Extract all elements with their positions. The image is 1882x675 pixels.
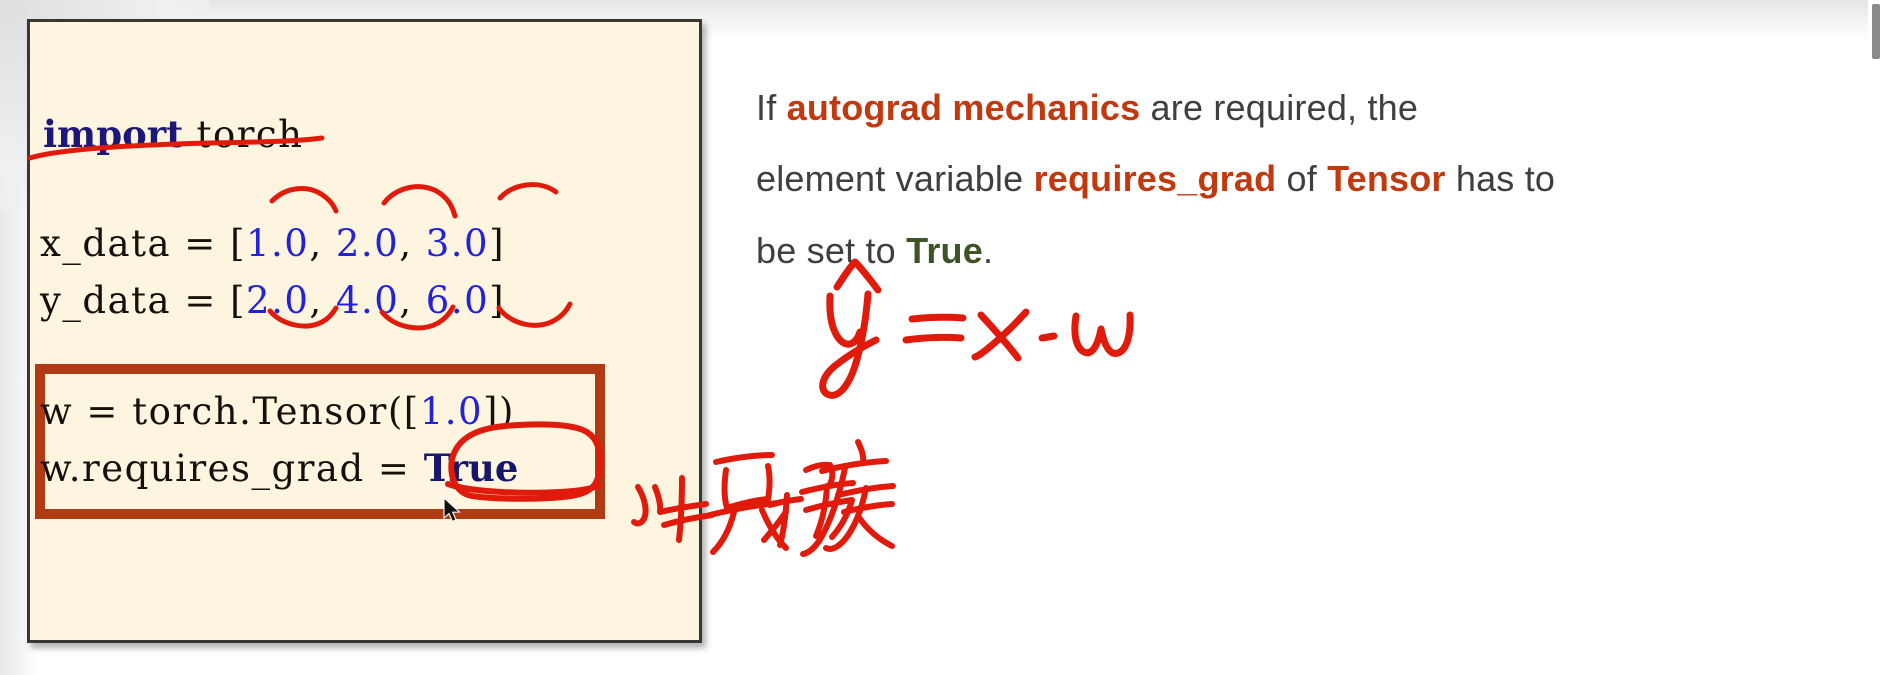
ink-note-ti-right-top bbox=[803, 461, 836, 487]
ink-formula-dot bbox=[1038, 332, 1058, 342]
code-keyword-import: import bbox=[43, 112, 184, 156]
prose-highlight-requires-grad: requires_grad bbox=[1033, 158, 1277, 200]
mouse-cursor bbox=[443, 497, 461, 523]
ink-note-suan-top bbox=[713, 452, 775, 465]
explanatory-paragraph: If autograd mechanics are required, the … bbox=[756, 72, 1556, 286]
code-w-prefix: w = torch.Tensor([ bbox=[40, 390, 420, 433]
ink-note-du-top bbox=[819, 458, 889, 474]
ink-note-ti-tree-h bbox=[767, 496, 804, 508]
code-line-requires-grad: w.requires_grad = True bbox=[40, 447, 518, 490]
code-line-import: import torch bbox=[43, 113, 304, 156]
code-w-suffix: ]) bbox=[483, 390, 515, 433]
code-x-data-suffix: ] bbox=[489, 222, 506, 265]
prose-part-5: . bbox=[982, 229, 994, 271]
prose-highlight-true: True bbox=[906, 229, 983, 271]
ink-note-suan-box bbox=[721, 463, 773, 511]
code-module-torch: torch bbox=[183, 113, 304, 156]
ink-formula-equals-top bbox=[908, 313, 967, 323]
vertical-scrollbar-track[interactable] bbox=[1868, 0, 1882, 675]
code-y-data-value-2: 4.0 bbox=[335, 279, 400, 322]
ink-note-du-sweep bbox=[823, 485, 869, 552]
code-y-data-sep-2: , bbox=[399, 279, 426, 322]
prose-highlight-tensor: Tensor bbox=[1327, 158, 1446, 200]
code-x-data-value-1: 1.0 bbox=[246, 222, 310, 265]
code-x-data-sep-2: , bbox=[399, 222, 426, 265]
slide-canvas: import torch x_data = [1.0, 2.0, 3.0] y_… bbox=[0, 0, 1882, 675]
code-x-data-sep-1: , bbox=[309, 222, 336, 265]
ink-note-du-inner2 bbox=[841, 501, 895, 515]
code-x-data-value-2: 2.0 bbox=[335, 222, 400, 265]
code-requires-grad-value: True bbox=[423, 446, 519, 490]
prose-part-1: If bbox=[756, 87, 787, 128]
code-y-data-prefix: y_data = [ bbox=[40, 279, 247, 322]
ink-note-du-tail bbox=[855, 513, 895, 549]
code-line-w-tensor: w = torch.Tensor([1.0]) bbox=[40, 393, 515, 430]
prose-highlight-autograd-mechanics: autograd mechanics bbox=[786, 87, 1141, 128]
ink-note-ti-tree-leg bbox=[761, 509, 789, 543]
code-line-x-data: x_data = [1.0, 2.0, 3.0] bbox=[40, 225, 505, 262]
code-y-data-value-3: 6.0 bbox=[425, 279, 490, 322]
code-y-data-suffix: ] bbox=[489, 279, 506, 322]
ink-note-du-dot bbox=[855, 439, 867, 466]
ink-formula-w bbox=[1071, 311, 1134, 357]
ink-formula-y-tail bbox=[819, 290, 880, 399]
code-requires-grad-prefix: w.requires_grad = bbox=[40, 447, 424, 490]
code-line-y-data: y_data = [2.0, 4.0, 6.0] bbox=[40, 282, 505, 319]
ink-note-ti-tree-v bbox=[777, 492, 790, 548]
ink-note-ti-right-v bbox=[813, 483, 830, 539]
vertical-scrollbar-thumb[interactable] bbox=[1872, 4, 1880, 59]
prose-part-3: of bbox=[1276, 158, 1328, 200]
code-y-data-sep-1: , bbox=[309, 279, 336, 322]
code-x-data-prefix: x_data = [ bbox=[40, 222, 246, 265]
ink-note-suan-legs bbox=[710, 509, 737, 555]
ink-note-suan-legs2 bbox=[759, 507, 789, 551]
cursor-arrow-glyph bbox=[443, 497, 461, 523]
ink-note-ti-right-tail bbox=[803, 497, 855, 540]
code-x-data-value-3: 3.0 bbox=[425, 222, 490, 265]
ink-note-suan-mid bbox=[707, 500, 781, 518]
ink-note-ti-right-mid bbox=[799, 480, 856, 495]
ink-note-du-left bbox=[800, 465, 848, 557]
red-highlight-frame bbox=[35, 364, 605, 519]
ink-formula-equals-bottom bbox=[902, 333, 965, 344]
ink-formula-x-stroke1 bbox=[977, 311, 1022, 362]
ink-formula-x-stroke2 bbox=[971, 308, 1030, 361]
ink-formula-y-left bbox=[826, 292, 864, 348]
code-y-data-value-1: 2.0 bbox=[246, 279, 310, 322]
code-w-value: 1.0 bbox=[419, 390, 484, 433]
ink-note-du-inner1 bbox=[835, 483, 896, 498]
code-snippet-panel: import torch x_data = [1.0, 2.0, 3.0] y_… bbox=[27, 19, 702, 643]
